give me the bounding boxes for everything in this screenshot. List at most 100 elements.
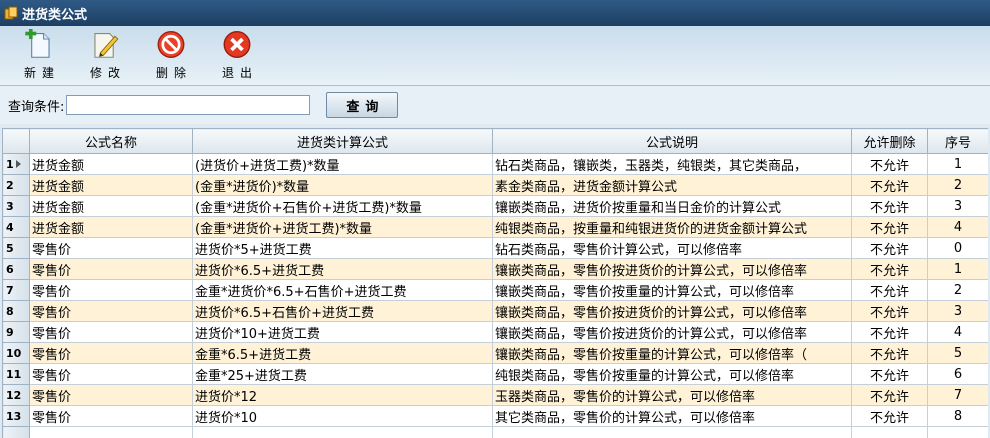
cell-seq[interactable]: 1	[927, 153, 988, 175]
new-button[interactable]: 新建	[6, 29, 72, 85]
cell-seq[interactable]: 3	[927, 300, 988, 322]
col-header-allow-delete[interactable]: 允许删除	[851, 128, 928, 154]
table-row[interactable]: 6 零售价 进货价*6.5+进货工费 镶嵌类商品，零售价按进货价的计算公式，可以修倍率…	[2, 258, 988, 280]
cell-allow-delete[interactable]: 不允许	[851, 174, 928, 196]
cell-desc[interactable]: 纯银类商品，零售价按重量的计算公式，可以修倍率	[492, 363, 852, 385]
col-header-formula[interactable]: 进货类计算公式	[192, 128, 493, 154]
cell-desc[interactable]: 素金类商品，进货金额计算公式	[492, 174, 852, 196]
cell-seq[interactable]: 2	[927, 279, 988, 301]
cell-seq[interactable]: 4	[927, 216, 988, 238]
cell-formula[interactable]: (进货价+进货工费)*数量	[192, 153, 493, 175]
cell-desc[interactable]: 镶嵌类商品，零售价按进货价的计算公式，可以修倍率	[492, 258, 852, 280]
row-header[interactable]: 10	[2, 342, 30, 364]
cell-desc[interactable]: 其它类商品，零售价的计算公式，可以修倍率	[492, 405, 852, 427]
cell-seq[interactable]: 2	[927, 174, 988, 196]
cell-allow-delete[interactable]: 不允许	[851, 279, 928, 301]
row-header[interactable]: 11	[2, 363, 30, 385]
col-header-name[interactable]: 公式名称	[29, 128, 193, 154]
cell-allow-delete[interactable]: 不允许	[851, 342, 928, 364]
cell-desc[interactable]: 镶嵌类商品，零售价按重量的计算公式，可以修倍率（	[492, 342, 852, 364]
delete-button[interactable]: 删除	[138, 29, 204, 85]
cell-formula[interactable]: (金重*进货价)*数量	[192, 174, 493, 196]
cell-allow-delete[interactable]: 不允许	[851, 153, 928, 175]
query-input[interactable]	[66, 95, 311, 115]
table-row[interactable]: 12 零售价 进货价*12 玉器类商品，零售价的计算公式，可以修倍率 不允许 7	[2, 384, 988, 406]
cell-formula[interactable]: 金重*进货价*6.5+石售价+进货工费	[192, 279, 493, 301]
cell-name[interactable]: 零售价	[29, 300, 193, 322]
cell-name[interactable]: 零售价	[29, 258, 193, 280]
cell-seq[interactable]: 0	[927, 237, 988, 259]
cell-formula[interactable]: 金重*6.5+进货工费	[192, 342, 493, 364]
cell-seq[interactable]: 6	[927, 363, 988, 385]
cell-desc[interactable]: 镶嵌类商品，进货价按重量和当日金价的计算公式	[492, 195, 852, 217]
cell-allow-delete[interactable]: 不允许	[851, 237, 928, 259]
cell-seq[interactable]: 4	[927, 321, 988, 343]
row-header[interactable]: 13	[2, 405, 30, 427]
table-row[interactable]: 4 进货金额 (金重*进货价+进货工费)*数量 纯银类商品，按重量和纯银进货价的进货金…	[2, 216, 988, 238]
table-row[interactable]: 8 零售价 进货价*6.5+石售价+进货工费 镶嵌类商品，零售价按进货价的计算公式，可…	[2, 300, 988, 322]
cell-desc[interactable]: 镶嵌类商品，零售价按进货价的计算公式，可以修倍率	[492, 321, 852, 343]
cell-name[interactable]: 进货金额	[29, 153, 193, 175]
cell-formula[interactable]: 进货价*10+进货工费	[192, 321, 493, 343]
row-header[interactable]: 3	[2, 195, 30, 217]
row-header[interactable]: 6	[2, 258, 30, 280]
row-header[interactable]: 12	[2, 384, 30, 406]
cell-allow-delete[interactable]: 不允许	[851, 300, 928, 322]
table-row[interactable]: 5 零售价 进货价*5+进货工费 钻石类商品，零售价计算公式，可以修倍率 不允许 0	[2, 237, 988, 259]
row-header[interactable]: 8	[2, 300, 30, 322]
cell-seq[interactable]: 5	[927, 342, 988, 364]
cell-desc[interactable]: 镶嵌类商品，零售价按重量的计算公式，可以修倍率	[492, 279, 852, 301]
col-header-desc[interactable]: 公式说明	[492, 128, 852, 154]
cell-allow-delete[interactable]: 不允许	[851, 258, 928, 280]
cell-seq[interactable]: 8	[927, 405, 988, 427]
cell-desc[interactable]: 镶嵌类商品，零售价按进货价的计算公式，可以修倍率	[492, 300, 852, 322]
row-header[interactable]: 9	[2, 321, 30, 343]
cell-allow-delete[interactable]: 不允许	[851, 216, 928, 238]
col-header-seq[interactable]: 序号	[927, 128, 988, 154]
cell-name[interactable]: 零售价	[29, 405, 193, 427]
table-row[interactable]: 9 零售价 进货价*10+进货工费 镶嵌类商品，零售价按进货价的计算公式，可以修倍率不…	[2, 321, 988, 343]
cell-formula[interactable]: 金重*25+进货工费	[192, 363, 493, 385]
cell-name[interactable]: 进货金额	[29, 195, 193, 217]
cell-name[interactable]: 零售价	[29, 237, 193, 259]
cell-allow-delete[interactable]: 不允许	[851, 363, 928, 385]
table-row[interactable]: 7 零售价 金重*进货价*6.5+石售价+进货工费 镶嵌类商品，零售价按重量的计算公式…	[2, 279, 988, 301]
cell-seq[interactable]: 1	[927, 258, 988, 280]
cell-desc[interactable]: 钻石类商品，零售价计算公式，可以修倍率	[492, 237, 852, 259]
cell-name[interactable]: 零售价	[29, 342, 193, 364]
cell-allow-delete[interactable]: 不允许	[851, 321, 928, 343]
table-row[interactable]: 2 进货金额 (金重*进货价)*数量 素金类商品，进货金额计算公式 不允许 2	[2, 174, 988, 196]
cell-formula[interactable]: 进货价*12	[192, 384, 493, 406]
cell-formula[interactable]: 进货价*5+进货工费	[192, 237, 493, 259]
table-row[interactable]: 1 进货金额 (进货价+进货工费)*数量 钻石类商品，镶嵌类，玉器类，纯银类，其它类商…	[2, 153, 988, 175]
cell-name[interactable]: 零售价	[29, 279, 193, 301]
row-header[interactable]: 1	[2, 153, 30, 175]
cell-allow-delete[interactable]: 不允许	[851, 195, 928, 217]
table-row[interactable]: 13 零售价 进货价*10 其它类商品，零售价的计算公式，可以修倍率 不允许 8	[2, 405, 988, 427]
table-row[interactable]: 11 零售价 金重*25+进货工费 纯银类商品，零售价按重量的计算公式，可以修倍率 不允…	[2, 363, 988, 385]
cell-allow-delete[interactable]: 不允许	[851, 405, 928, 427]
cell-name[interactable]: 进货金额	[29, 174, 193, 196]
cell-formula[interactable]: (金重*进货价+进货工费)*数量	[192, 216, 493, 238]
cell-formula[interactable]: 进货价*6.5+进货工费	[192, 258, 493, 280]
row-header[interactable]: 5	[2, 237, 30, 259]
edit-button[interactable]: 修改	[72, 29, 138, 85]
cell-desc[interactable]: 玉器类商品，零售价的计算公式，可以修倍率	[492, 384, 852, 406]
cell-name[interactable]: 零售价	[29, 384, 193, 406]
cell-formula[interactable]: 进货价*10	[192, 405, 493, 427]
row-header[interactable]: 4	[2, 216, 30, 238]
cell-allow-delete[interactable]: 不允许	[851, 384, 928, 406]
cell-seq[interactable]: 7	[927, 384, 988, 406]
cell-formula[interactable]: (金重*进货价+石售价+进货工费)*数量	[192, 195, 493, 217]
table-row[interactable]: 3 进货金额 (金重*进货价+石售价+进货工费)*数量 镶嵌类商品，进货价按重量和当日…	[2, 195, 988, 217]
row-header[interactable]: 7	[2, 279, 30, 301]
cell-desc[interactable]: 钻石类商品，镶嵌类，玉器类，纯银类，其它类商品，	[492, 153, 852, 175]
cell-seq[interactable]: 3	[927, 195, 988, 217]
cell-formula[interactable]: 进货价*6.5+石售价+进货工费	[192, 300, 493, 322]
cell-desc[interactable]: 纯银类商品，按重量和纯银进货价的进货金额计算公式	[492, 216, 852, 238]
cell-name[interactable]: 进货金额	[29, 216, 193, 238]
query-button[interactable]: 查询	[326, 92, 399, 118]
row-header[interactable]: 2	[2, 174, 30, 196]
exit-button[interactable]: 退出	[204, 29, 270, 85]
cell-name[interactable]: 零售价	[29, 321, 193, 343]
